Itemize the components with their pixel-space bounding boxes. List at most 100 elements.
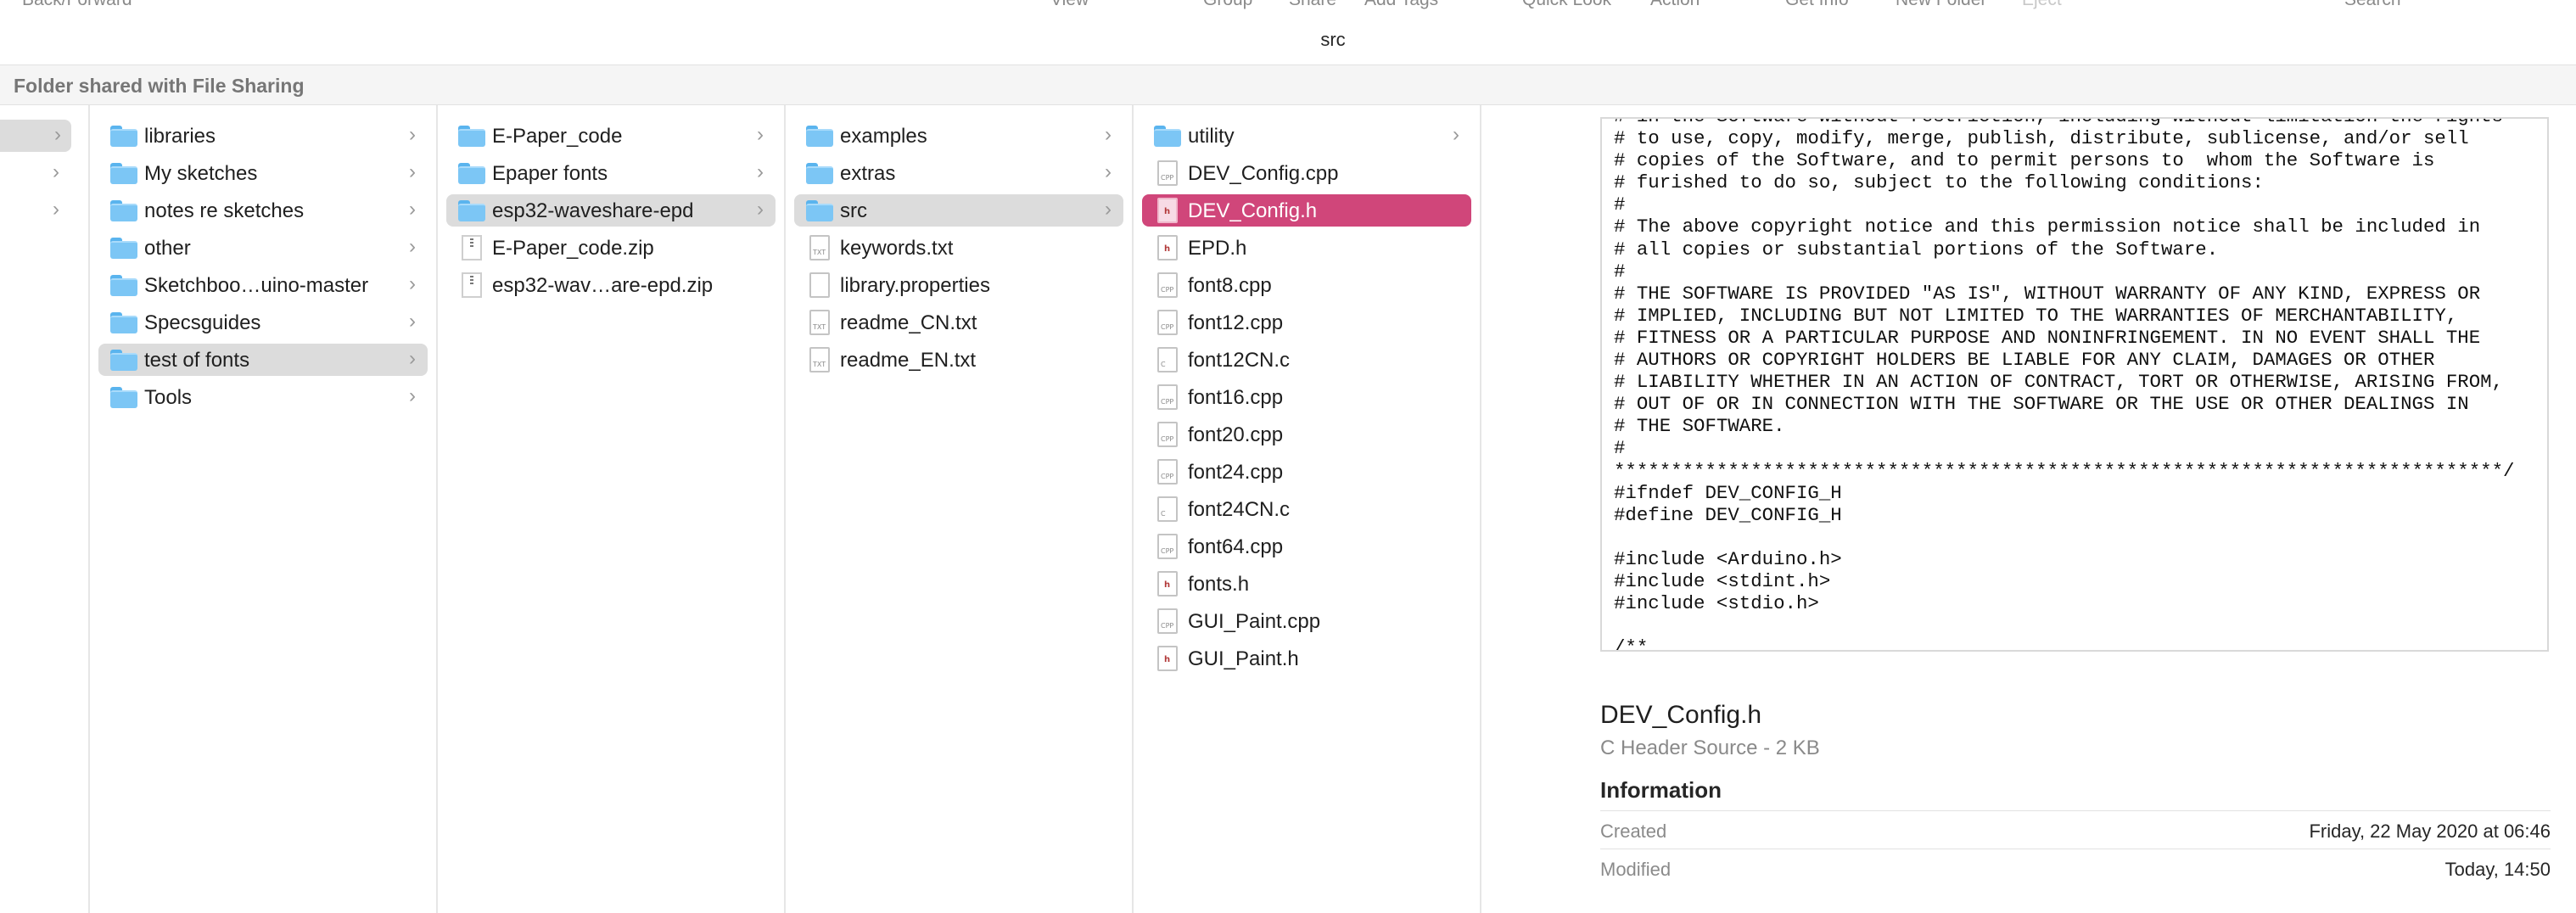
list-item-font12cn-c[interactable]: C font12CN.c (1142, 344, 1471, 376)
folder-icon (110, 312, 137, 333)
list-item-font64-cpp[interactable]: CPP font64.cpp (1142, 530, 1471, 563)
folder-icon (806, 163, 833, 184)
column-3[interactable]: examples › extras › src › TXT keywords.t… (786, 105, 1134, 913)
column-4[interactable]: utility › CPP DEV_Config.cpp h DEV_Confi… (1134, 105, 1481, 913)
list-item-src[interactable]: src › (794, 194, 1123, 227)
share-button[interactable]: Share (1289, 0, 1336, 10)
document-icon (809, 272, 830, 298)
item-name: extras (840, 162, 896, 185)
list-item-e-paper-code-zip[interactable]: E-Paper_code.zip (446, 232, 776, 264)
column-2[interactable]: E-Paper_code › Epaper fonts › esp32-wave… (438, 105, 786, 913)
item-name: font12CN.c (1188, 349, 1291, 372)
list-item-epd-h[interactable]: h EPD.h (1142, 232, 1471, 264)
cpp-file-icon: CPP (1157, 272, 1178, 298)
list-item-font16-cpp[interactable]: CPP font16.cpp (1142, 381, 1471, 413)
list-item-examples[interactable]: examples › (794, 120, 1123, 152)
item-name: readme_EN.txt (840, 349, 977, 372)
modified-value: Today, 14:50 (2444, 859, 2551, 880)
group-button[interactable]: Group (1203, 0, 1252, 10)
list-item[interactable]: › (0, 157, 70, 189)
quick-look-button[interactable]: Quick Look (1522, 0, 1611, 10)
action-button[interactable]: Action (1650, 0, 1700, 10)
chevron-right-icon: › (409, 347, 416, 370)
chevron-right-icon: › (1105, 160, 1112, 183)
list-item-esp32-zip[interactable]: esp32-wav…are-epd.zip (446, 269, 776, 301)
item-name: src (840, 199, 867, 222)
list-item-notes-re-sketches[interactable]: notes re sketches › (98, 194, 428, 227)
list-item-font24cn-c[interactable]: C font24CN.c (1142, 493, 1471, 525)
chevron-right-icon: › (409, 198, 416, 221)
view-button[interactable]: View (1050, 0, 1089, 10)
list-item-fonts-h[interactable]: h fonts.h (1142, 568, 1471, 600)
list-item-sketchbook[interactable]: Sketchboo…uino-master › (98, 269, 428, 301)
list-item-dev-config-cpp[interactable]: CPP DEV_Config.cpp (1142, 157, 1471, 189)
list-item-font20-cpp[interactable]: CPP font20.cpp (1142, 418, 1471, 451)
item-name: EPD.h (1188, 237, 1247, 260)
add-tags-button[interactable]: Add Tags (1364, 0, 1438, 10)
list-item-test-of-fonts[interactable]: test of fonts › (98, 344, 428, 376)
list-item-utility[interactable]: utility › (1142, 120, 1471, 152)
window-title: src (1320, 29, 1346, 50)
item-name: other (144, 237, 191, 260)
list-item[interactable]: › (0, 194, 70, 227)
item-name: Sketchboo…uino-master (144, 274, 369, 297)
list-item-font8-cpp[interactable]: CPP font8.cpp (1142, 269, 1471, 301)
chevron-right-icon: › (1453, 123, 1459, 146)
list-item-epaper-fonts[interactable]: Epaper fonts › (446, 157, 776, 189)
column-1[interactable]: libraries › My sketches › notes re sketc… (90, 105, 438, 913)
c-file-icon: C (1157, 496, 1178, 522)
item-name: esp32-wav…are-epd.zip (492, 274, 714, 297)
column-0[interactable]: › › › (0, 105, 90, 913)
item-name: library.properties (840, 274, 990, 297)
cpp-file-icon: CPP (1157, 384, 1178, 410)
item-name: font24.cpp (1188, 461, 1284, 484)
list-item-font24-cpp[interactable]: CPP font24.cpp (1142, 456, 1471, 488)
folder-icon (458, 126, 485, 147)
eject-button[interactable]: Eject (2022, 0, 2062, 10)
list-item[interactable]: › (0, 120, 71, 152)
file-preview[interactable]: # in the Software without restriction, i… (1600, 117, 2549, 652)
list-item-e-paper-code[interactable]: E-Paper_code › (446, 120, 776, 152)
text-file-icon: TXT (809, 310, 830, 335)
chevron-right-icon: › (409, 160, 416, 183)
list-item-dev-config-h[interactable]: h DEV_Config.h (1142, 194, 1471, 227)
folder-icon (110, 387, 137, 408)
search-field[interactable]: Search (2344, 0, 2401, 10)
get-info-button[interactable]: Get Info (1785, 0, 1849, 10)
header-file-icon: h (1157, 646, 1178, 671)
item-name: readme_CN.txt (840, 311, 977, 334)
cpp-file-icon: CPP (1157, 534, 1178, 559)
list-item-other[interactable]: other › (98, 232, 428, 264)
list-item-library-properties[interactable]: library.properties (794, 269, 1123, 301)
chevron-right-icon: › (53, 160, 59, 183)
share-banner-text: Folder shared with File Sharing (14, 75, 305, 97)
preview-code: # in the Software without restriction, i… (1614, 119, 2515, 652)
folder-icon (110, 350, 137, 371)
cpp-file-icon: CPP (1157, 160, 1178, 186)
list-item-readme-en[interactable]: TXT readme_EN.txt (794, 344, 1123, 376)
list-item-gui-paint-h[interactable]: h GUI_Paint.h (1142, 642, 1471, 675)
item-name: test of fonts (144, 349, 250, 372)
chevron-right-icon: › (409, 384, 416, 407)
cpp-file-icon: CPP (1157, 422, 1178, 447)
information-heading: Information (1600, 777, 1722, 803)
list-item-font12-cpp[interactable]: CPP font12.cpp (1142, 306, 1471, 339)
item-name: E-Paper_code (492, 125, 623, 148)
list-item-gui-paint-cpp[interactable]: CPP GUI_Paint.cpp (1142, 605, 1471, 637)
chevron-right-icon: › (409, 123, 416, 146)
list-item-libraries[interactable]: libraries › (98, 120, 428, 152)
list-item-esp32-waveshare-epd[interactable]: esp32-waveshare-epd › (446, 194, 776, 227)
list-item-extras[interactable]: extras › (794, 157, 1123, 189)
folder-icon (458, 200, 485, 221)
item-name: font12.cpp (1188, 311, 1284, 334)
list-item-my-sketches[interactable]: My sketches › (98, 157, 428, 189)
list-item-specsguides[interactable]: Specsguides › (98, 306, 428, 339)
list-item-readme-cn[interactable]: TXT readme_CN.txt (794, 306, 1123, 339)
list-item-tools[interactable]: Tools › (98, 381, 428, 413)
item-name: libraries (144, 125, 216, 148)
new-folder-button[interactable]: New Folder (1896, 0, 1986, 10)
item-name: DEV_Config.cpp (1188, 162, 1339, 185)
list-item-keywords-txt[interactable]: TXT keywords.txt (794, 232, 1123, 264)
item-name: Tools (144, 386, 193, 409)
back-forward-label[interactable]: Back/Forward (22, 0, 132, 10)
